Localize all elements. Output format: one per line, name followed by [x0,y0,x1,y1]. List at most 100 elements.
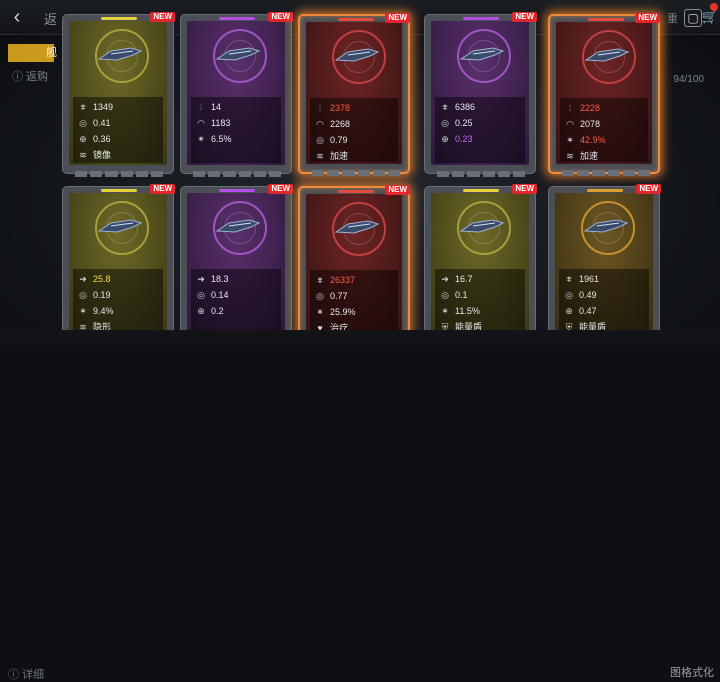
stat-value: 6.5% [211,134,232,144]
stat-value: 0.47 [579,306,597,316]
info-text: ⓘ 返购 [12,71,49,83]
target-icon: ◎ [79,118,87,128]
stat-row: ◎ 0.49 [563,288,597,302]
detail-link[interactable]: ⓘ 详细 [8,666,44,682]
stats-panel: ⩨ 26337 ◎ 0.77 ✶ 25.9% ♥ 治疗 [310,270,398,334]
card-body: ⩨ 26337 ◎ 0.77 ✶ 25.9% ♥ 治疗 [306,194,402,336]
format-button[interactable]: 图格式化 [670,664,714,680]
target-icon: ◎ [79,290,87,300]
card-body: ➜ 25.8 ◎ 0.19 ✶ 9.4% ≋ 隐形 [69,193,167,337]
stat-row: ◠ 2078 [564,117,600,131]
footer-segment [342,170,355,176]
ship-card[interactable]: ⩨ 26337 ◎ 0.77 ✶ 25.9% ♥ 治疗 NEW [298,185,410,348]
attack-icon: ⩨ [317,275,323,285]
footer-segment [387,170,401,176]
range-icon: ◠ [197,118,205,128]
crit-icon: ✶ [566,135,574,145]
stat-value: 25.8 [93,274,111,284]
stats-panel: ⩨ 6386 ◎ 0.25 ⊕ 0.23 [435,97,525,163]
ammo-icon: ⦙ [318,103,322,113]
stat-value: 加速 [580,151,599,161]
card-footer [75,171,164,177]
back-button[interactable]: ‹ [6,6,28,28]
target-icon: ◎ [441,290,449,300]
tab-fleet[interactable]: 舰 [8,44,57,62]
rarity-strip [219,17,255,20]
ship-card[interactable]: ⦙ 14 ◠ 1183 ✶ 6.5% NEW [180,12,293,177]
ship-card[interactable]: ⩨ 6386 ◎ 0.25 ⊕ 0.23 NEW [424,12,537,177]
spaceship-icon [459,47,505,61]
stats-panel: ⩨ 1349 ◎ 0.41 ⊕ 0.36 ≋ 镜像 [73,97,163,163]
stats-panel: ⦙ 2228 ◠ 2078 ✶ 42.9% ≋ 加速 [560,98,648,162]
crit-icon: ✶ [441,306,449,316]
ship-card[interactable]: ⩨ 1961 ◎ 0.49 ⊕ 0.47 ⛨ 能量盾 NEW [548,184,661,349]
stat-row: ⊕ 0.23 [439,132,473,146]
stat-value: 2228 [580,103,601,113]
stat-row: ⩨ 26337 [314,273,355,287]
stat-row: ✶ 25.9% [314,305,355,319]
stats-panel: ➜ 25.8 ◎ 0.19 ✶ 9.4% ≋ 隐形 [73,269,163,335]
card-body: ➜ 18.3 ◎ 0.14 ⊕ 0.2 [187,193,285,337]
rarity-strip [588,18,624,21]
stat-value: 26337 [330,275,356,285]
footer-segment [327,170,340,176]
card-footer [193,171,282,177]
stat-row: ◎ 0.41 [77,116,110,130]
footer-segment [208,171,221,177]
footer-segment [135,171,148,177]
stats-panel: ➜ 16.7 ◎ 0.1 ✶ 11.5% ⛨ 能量盾 [435,269,525,335]
stat-value: 2378 [330,103,351,113]
stat-value: 0.14 [211,290,229,300]
target-icon: ◎ [316,291,324,301]
stat-value: 1961 [579,274,600,284]
stat-row: ≋ 加速 [314,149,348,163]
stat-value: 0.25 [455,118,473,128]
ship-card[interactable]: ➜ 25.8 ◎ 0.19 ✶ 9.4% ≋ 隐形 NEW [62,184,175,349]
rarity-strip [101,17,137,20]
speed-icon: ➜ [441,274,449,284]
cart-icon[interactable]: 🛒 [702,9,718,25]
range-icon: ◠ [316,119,324,129]
target-icon: ◎ [197,290,205,300]
target-icon: ◎ [316,135,324,145]
stat-row: ◎ 0.1 [439,288,467,302]
stat-row: ⊕ 0.2 [195,304,224,318]
stat-value: 1349 [93,102,114,112]
ship-card[interactable]: ➜ 18.3 ◎ 0.14 ⊕ 0.2 NEW [180,184,293,349]
stat-value: 2078 [580,119,601,129]
skill-icon: ≋ [316,151,324,161]
ammo-icon: ⦙ [199,102,203,112]
stat-value: 0.23 [455,134,473,144]
footer-segment [105,171,118,177]
stat-value: 0.2 [211,306,224,316]
stat-row: ✶ 42.9% [564,133,605,147]
ship-card[interactable]: ⩨ 1349 ◎ 0.41 ⊕ 0.36 ≋ 镜像 NEW [62,12,175,177]
stat-value: 9.4% [93,306,114,316]
footer-segment [357,170,370,176]
crit-icon: ✶ [316,307,324,317]
new-badge: NEW [635,13,660,23]
stat-row: ◠ 1183 [195,116,230,130]
ship-card[interactable]: ⦙ 2378 ◠ 2268 ◎ 0.79 ≋ 加速 NEW [298,13,410,176]
stat-value: 11.5% [455,306,480,316]
rarity-strip [101,189,137,192]
card-body: ⦙ 14 ◠ 1183 ✶ 6.5% [187,21,285,165]
crosshair-icon: ⊕ [441,134,449,144]
crosshair-icon: ⊕ [79,134,87,144]
rarity-strip [219,189,255,192]
stats-panel: ⦙ 14 ◠ 1183 ✶ 6.5% [191,97,281,163]
rarity-strip [338,18,374,21]
crit-icon: ✶ [197,134,205,144]
stat-value: 0.49 [579,290,597,300]
capacity-count: 94/100 [673,74,704,85]
card-footer [562,170,651,176]
attack-icon: ⩨ [80,102,86,112]
ship-card[interactable]: ⦙ 2228 ◠ 2078 ✶ 42.9% ≋ 加速 NEW [548,13,660,176]
stat-row: ⩨ 6386 [439,100,475,114]
spaceship-icon [334,220,380,234]
footer-segment [193,171,206,177]
square-icon[interactable]: ▢ [684,9,702,27]
attack-icon: ⩨ [442,102,448,112]
ship-card[interactable]: ➜ 16.7 ◎ 0.1 ✶ 11.5% ⛨ 能量盾 NEW [424,184,537,349]
spaceship-icon [334,48,380,62]
